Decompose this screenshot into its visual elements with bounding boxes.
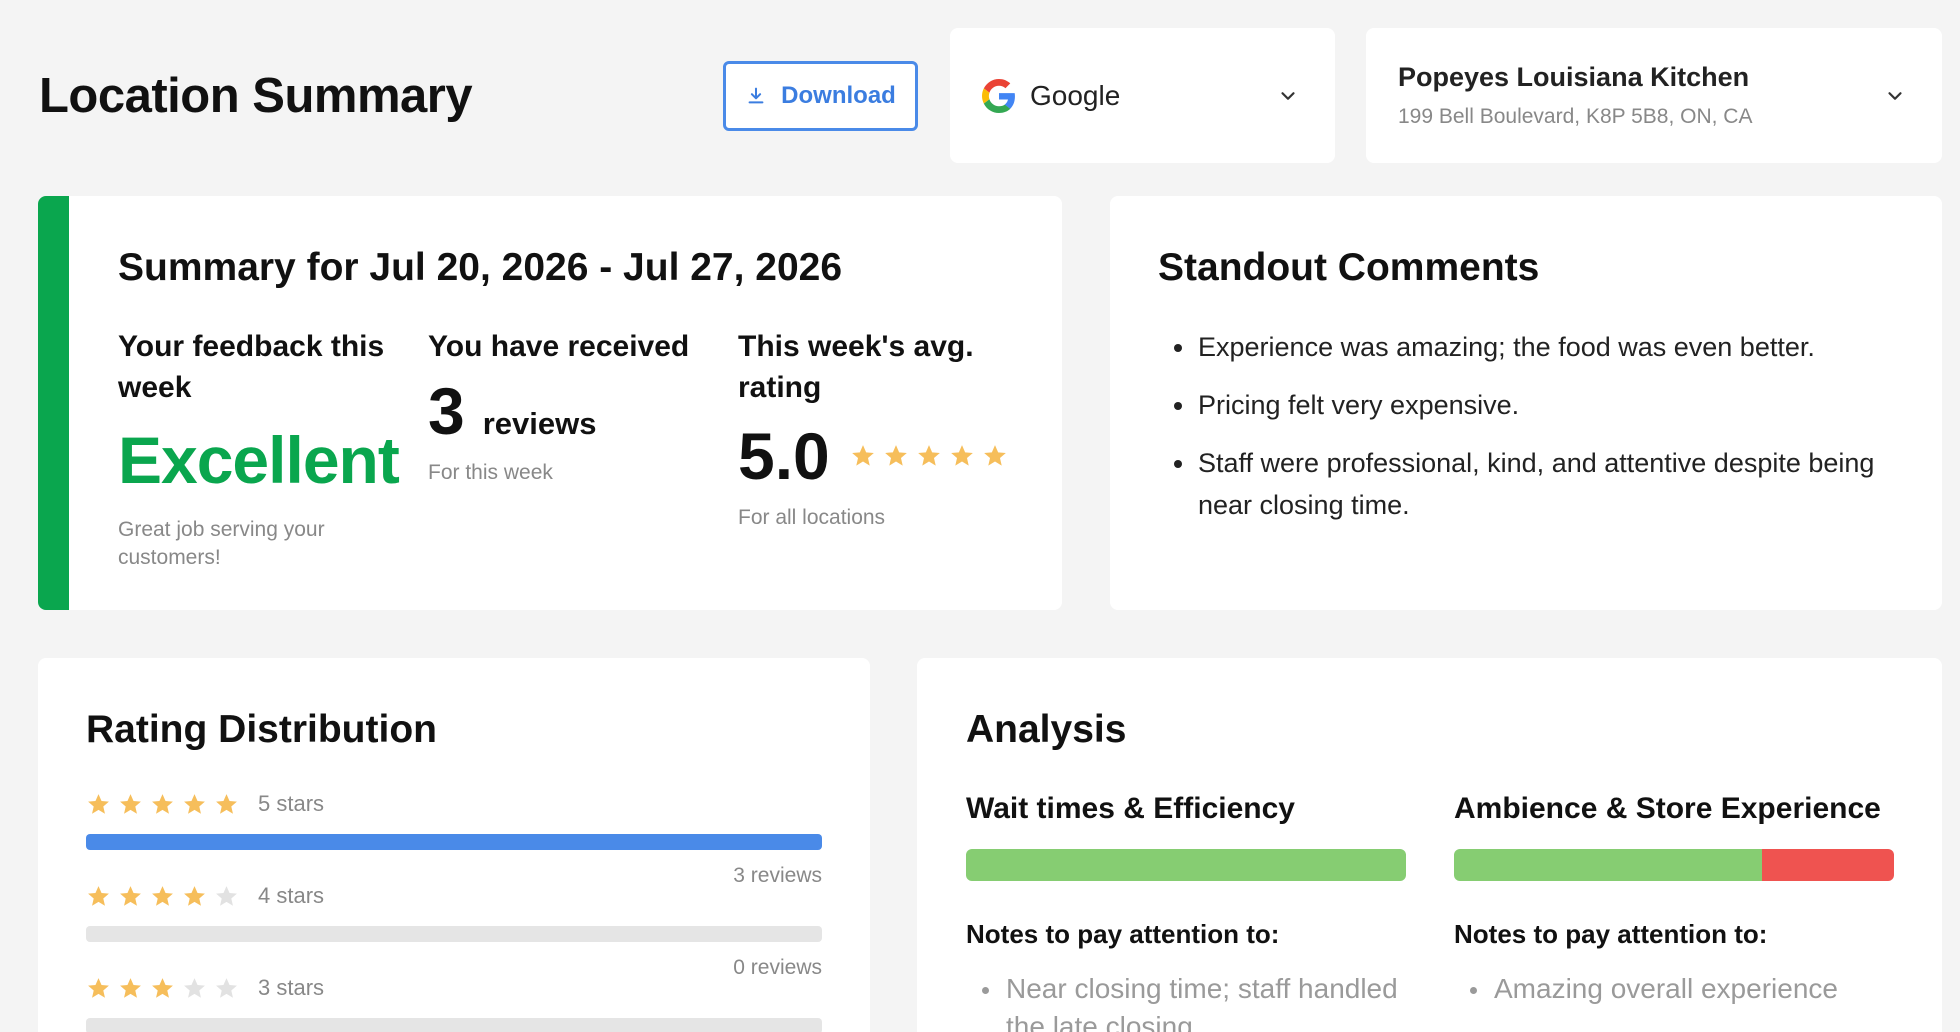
avg-rating-heading: This week's avg. rating: [738, 330, 974, 404]
sentiment-bar: [966, 849, 1406, 881]
stars-label: 4 stars: [258, 883, 325, 908]
distribution-bar-track: [86, 926, 822, 942]
review-source-label: Google: [1030, 79, 1121, 111]
standout-comments-card: Standout Comments Experience was amazing…: [1110, 196, 1942, 610]
notes-heading: Notes to pay attention to:: [1454, 919, 1768, 949]
sentiment-positive-segment: [966, 849, 1406, 881]
rating-distribution-title: Rating Distribution: [86, 708, 437, 751]
feedback-metric: Your feedback this week Excellent Great …: [118, 326, 408, 572]
sentiment-positive-segment: [1454, 849, 1762, 881]
standout-comments-list: Experience was amazing; the food was eve…: [1158, 326, 1918, 542]
star-empty-icon: [216, 977, 237, 998]
feedback-note: Great job serving your customers!: [118, 518, 325, 569]
analysis-category-ambience: Ambience & Store Experience Notes to pay…: [1454, 788, 1894, 1008]
star-filled-icon: [88, 977, 109, 998]
distribution-bar-track: [86, 834, 822, 850]
location-address: 199 Bell Boulevard, K8P 5B8, ON, CA: [1398, 105, 1753, 128]
star-filled-icon: [917, 445, 940, 466]
location-dropdown[interactable]: Popeyes Louisiana Kitchen 199 Bell Boule…: [1366, 28, 1942, 163]
star-filled-icon: [950, 445, 973, 466]
star-filled-icon: [88, 885, 109, 906]
distribution-bar-track: [86, 1018, 822, 1032]
download-label: Download: [781, 82, 896, 109]
page-title: Location Summary: [39, 69, 473, 123]
star-filled-icon: [152, 793, 173, 814]
analysis-title: Analysis: [966, 708, 1127, 751]
analysis-category-wait-times: Wait times & Efficiency Notes to pay att…: [966, 788, 1406, 1032]
star-filled-icon: [88, 793, 109, 814]
star-filled-icon: [152, 885, 173, 906]
rating-distribution-card: Rating Distribution 5 stars 3 reviews 4 st…: [38, 658, 870, 1032]
comment-item: Pricing felt very expensive.: [1158, 384, 1918, 426]
notes-heading: Notes to pay attention to:: [966, 919, 1280, 949]
distribution-bar-fill: [86, 834, 822, 850]
standout-comments-title: Standout Comments: [1158, 246, 1540, 289]
notes-list: Near closing time; staff handled the lat…: [966, 970, 1406, 1032]
feedback-heading: Your feedback this week: [118, 330, 385, 404]
summary-title: Summary for Jul 20, 2026 - Jul 27, 2026: [118, 246, 843, 289]
star-filled-icon: [983, 445, 1006, 466]
avg-rating-note: For all locations: [738, 506, 886, 529]
star-filled-icon: [216, 793, 237, 814]
avg-rating-value: 5.0: [738, 419, 830, 493]
note-item: Amazing overall experience: [1454, 970, 1894, 1008]
sentiment-bar: [1454, 849, 1894, 881]
received-note: For this week: [428, 461, 553, 484]
star-filled-icon: [184, 793, 205, 814]
location-info: Popeyes Louisiana Kitchen 199 Bell Boule…: [1398, 62, 1884, 129]
chevron-down-icon: [1281, 91, 1295, 100]
feedback-value: Excellent: [118, 423, 400, 497]
star-filled-icon: [152, 977, 173, 998]
reviews-received-metric: You have received 3 reviews For this wee…: [428, 326, 718, 487]
stars-label: 5 stars: [258, 791, 325, 816]
star-empty-icon: [216, 885, 237, 906]
note-item: Near closing time; staff handled the lat…: [966, 970, 1406, 1032]
analysis-card: Analysis Wait times & Efficiency Notes t…: [917, 658, 1942, 1032]
chevron-down-icon: [1888, 91, 1902, 100]
avg-rating-metric: This week's avg. rating 5.0 For all loca…: [738, 326, 1038, 532]
download-icon: [748, 87, 764, 104]
review-count: 3: [428, 374, 465, 448]
rating-distribution-row: 5 stars 3 reviews: [86, 788, 822, 888]
star-filled-icon: [884, 445, 907, 466]
star-filled-icon: [851, 445, 874, 466]
review-count-unit: reviews: [482, 406, 597, 441]
star-filled-icon: [120, 977, 141, 998]
notes-list: Amazing overall experience: [1454, 970, 1894, 1008]
category-heading: Wait times & Efficiency: [966, 792, 1295, 825]
comment-item: Experience was amazing; the food was eve…: [1158, 326, 1918, 368]
stars-label: 3 stars: [258, 975, 325, 1000]
download-button[interactable]: Download: [723, 61, 918, 131]
avg-rating-stars: [850, 443, 1008, 469]
summary-accent-bar: [38, 196, 69, 610]
location-name: Popeyes Louisiana Kitchen: [1398, 62, 1750, 92]
sentiment-negative-segment: [1762, 849, 1894, 881]
star-filled-icon: [120, 793, 141, 814]
summary-card: Summary for Jul 20, 2026 - Jul 27, 2026 …: [38, 196, 1062, 610]
star-empty-icon: [184, 977, 205, 998]
category-heading: Ambience & Store Experience: [1454, 792, 1881, 825]
review-source-dropdown[interactable]: Google: [950, 28, 1335, 163]
received-heading: You have received: [428, 330, 690, 363]
google-logo-icon: [982, 78, 1015, 113]
rating-distribution-row: 4 stars 0 reviews: [86, 880, 822, 980]
rating-distribution-row: 3 stars: [86, 972, 822, 1032]
star-filled-icon: [184, 885, 205, 906]
comment-item: Staff were professional, kind, and atten…: [1158, 442, 1918, 526]
star-filled-icon: [120, 885, 141, 906]
